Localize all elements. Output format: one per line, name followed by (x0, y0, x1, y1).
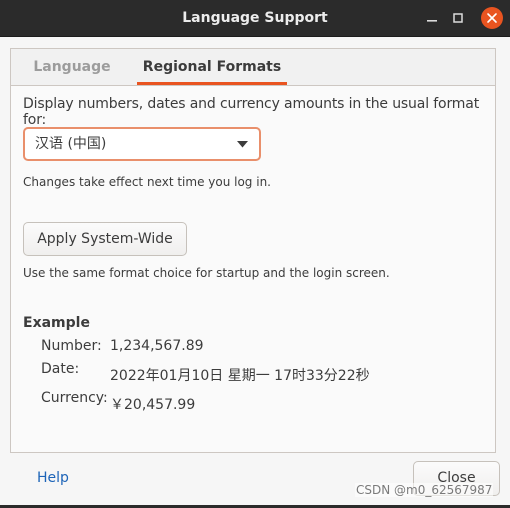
minimize-button[interactable] (422, 8, 442, 28)
tab-bar: Language Regional Formats (11, 49, 495, 86)
number-label: Number: (41, 338, 102, 354)
regional-formats-panel: Display numbers, dates and currency amou… (11, 85, 495, 452)
maximize-button[interactable] (448, 8, 468, 28)
number-value: 1,234,567.89 (110, 338, 204, 354)
apply-note: Use the same format choice for startup a… (23, 266, 390, 280)
tab-language[interactable]: Language (23, 49, 121, 84)
title-bar: Language Support (0, 0, 510, 37)
format-select-value: 汉语 (中国) (35, 136, 107, 152)
change-note: Changes take effect next time you log in… (23, 175, 271, 189)
watermark: CSDN @m0_62567987 (355, 483, 494, 497)
maximize-icon (453, 13, 463, 23)
close-icon (487, 13, 497, 23)
help-button[interactable]: Help (37, 470, 69, 486)
format-select[interactable]: 汉语 (中国) (23, 127, 261, 161)
minimize-icon (427, 20, 437, 22)
date-value: 2022年01月10日 星期一 17时33分22秒 (110, 368, 370, 384)
currency-label: Currency: (41, 390, 108, 406)
currency-value: ￥20,457.99 (110, 397, 196, 413)
settings-notebook: Language Regional Formats Display number… (10, 48, 496, 453)
format-description: Display numbers, dates and currency amou… (23, 96, 480, 128)
close-window-button[interactable] (481, 7, 503, 29)
date-label: Date: (41, 361, 80, 377)
tab-regional-formats[interactable]: Regional Formats (137, 49, 287, 85)
apply-system-wide-button[interactable]: Apply System-Wide (23, 222, 187, 256)
dropdown-arrow-icon (237, 141, 248, 148)
example-heading: Example (23, 315, 90, 331)
